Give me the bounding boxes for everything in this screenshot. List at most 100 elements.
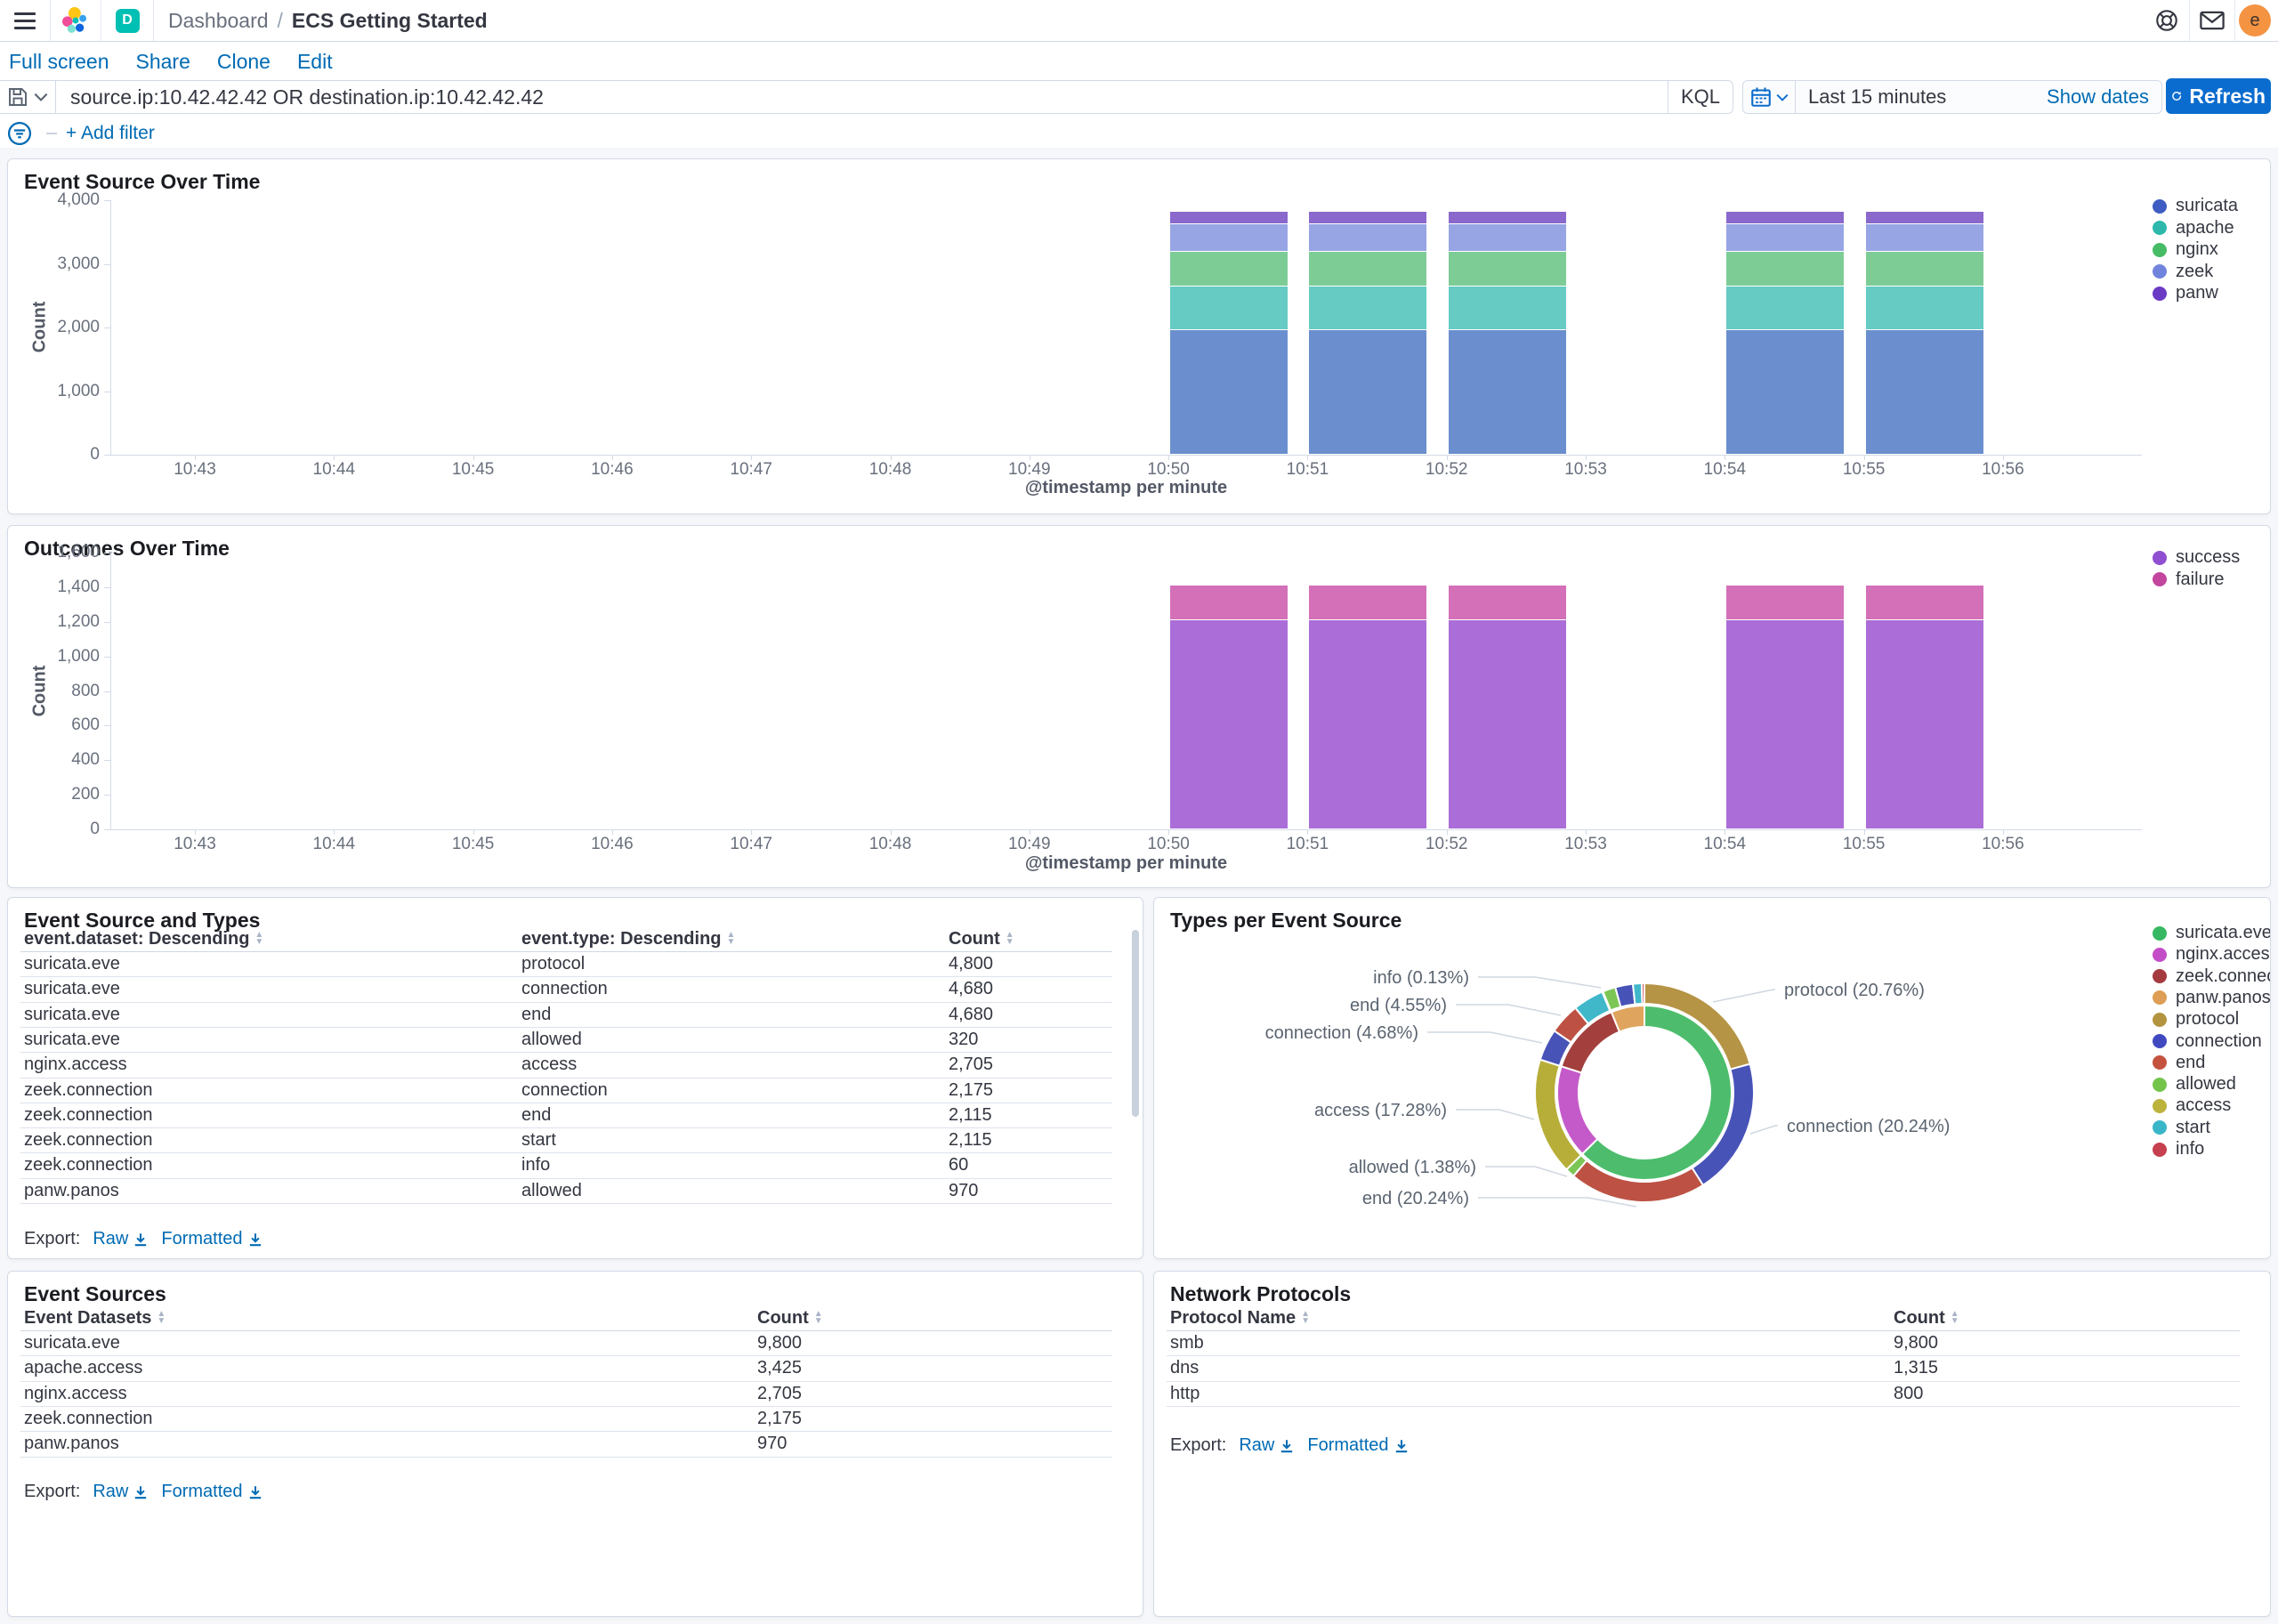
bar-segment-suricata[interactable] bbox=[1449, 330, 1566, 454]
share-button[interactable]: Share bbox=[135, 50, 190, 74]
panel-event-sources: Event SourcesEvent Datasets▲▼Count▲▼suri… bbox=[7, 1271, 1143, 1617]
legend-item-panw.panos[interactable]: panw.panos bbox=[2153, 988, 2271, 1008]
donut-outer-slice-info-12[interactable] bbox=[1642, 983, 1644, 1004]
bar-segment-apache[interactable] bbox=[1726, 287, 1844, 329]
space-selector[interactable]: D bbox=[101, 9, 153, 33]
donut-outer-slice-start-11[interactable] bbox=[1633, 983, 1643, 1005]
x-tick-label: 10:53 bbox=[1546, 460, 1626, 480]
bar-segment-failure[interactable] bbox=[1170, 586, 1288, 619]
export-formatted-link[interactable]: Formatted bbox=[161, 1482, 263, 1502]
export-raw-link[interactable]: Raw bbox=[93, 1482, 149, 1502]
bar-segment-panw[interactable] bbox=[1170, 212, 1288, 223]
legend-item-suricata[interactable]: suricata bbox=[2153, 196, 2238, 216]
export-raw-link[interactable]: Raw bbox=[1239, 1435, 1295, 1456]
filter-icon[interactable] bbox=[7, 121, 32, 146]
donut-label-line bbox=[1478, 1198, 1636, 1207]
legend-item-access[interactable]: access bbox=[2153, 1095, 2231, 1116]
export-formatted-link[interactable]: Formatted bbox=[1307, 1435, 1409, 1456]
panel-types-per-event-source: Types per Event Sourceinfo (0.13%)end (4… bbox=[1153, 897, 2271, 1259]
legend-item-panw[interactable]: panw bbox=[2153, 283, 2218, 303]
legend-item-connection[interactable]: connection bbox=[2153, 1031, 2262, 1052]
bar-segment-panw[interactable] bbox=[1309, 212, 1426, 223]
x-tick-label: 10:46 bbox=[572, 835, 652, 854]
bar-segment-nginx[interactable] bbox=[1866, 252, 1983, 286]
query-input[interactable]: source.ip:10.42.42.42 OR destination.ip:… bbox=[56, 85, 1668, 109]
newsfeed-button[interactable] bbox=[2190, 11, 2234, 30]
legend-item-protocol[interactable]: protocol bbox=[2153, 1009, 2239, 1030]
bar-segment-apache[interactable] bbox=[1449, 287, 1566, 329]
column-header-1[interactable]: event.type: Descending▲▼ bbox=[521, 926, 735, 951]
legend-item-end[interactable]: end bbox=[2153, 1053, 2205, 1073]
export-raw-link[interactable]: Raw bbox=[93, 1229, 149, 1249]
bar-segment-zeek[interactable] bbox=[1309, 224, 1426, 251]
bar-segment-nginx[interactable] bbox=[1449, 252, 1566, 286]
bar-segment-zeek[interactable] bbox=[1170, 224, 1288, 251]
export-formatted-link[interactable]: Formatted bbox=[161, 1229, 263, 1249]
add-filter-button[interactable]: + Add filter bbox=[66, 123, 155, 144]
bar-segment-zeek[interactable] bbox=[1726, 224, 1844, 251]
y-tick-mark bbox=[104, 829, 110, 830]
refresh-button[interactable]: Refresh bbox=[2166, 78, 2271, 114]
legend-item-zeek[interactable]: zeek bbox=[2153, 262, 2213, 282]
time-range-value[interactable]: Last 15 minutes bbox=[1796, 85, 1946, 109]
bar-segment-success[interactable] bbox=[1449, 620, 1566, 828]
legend-item-nginx[interactable]: nginx bbox=[2153, 239, 2218, 260]
quick-select-time-button[interactable] bbox=[1743, 81, 1796, 113]
bar-segment-suricata[interactable] bbox=[1726, 330, 1844, 454]
legend-item-start[interactable]: start bbox=[2153, 1118, 2210, 1138]
edit-button[interactable]: Edit bbox=[297, 50, 333, 74]
query-language-button[interactable]: KQL bbox=[1668, 81, 1733, 113]
bar-segment-nginx[interactable] bbox=[1726, 252, 1844, 286]
legend-item-allowed[interactable]: allowed bbox=[2153, 1074, 2236, 1095]
bar-segment-apache[interactable] bbox=[1170, 287, 1288, 329]
legend-item-nginx.access[interactable]: nginx.access bbox=[2153, 944, 2271, 965]
legend-item-zeek.connection[interactable]: zeek.connection bbox=[2153, 966, 2271, 987]
legend-item-info[interactable]: info bbox=[2153, 1139, 2204, 1159]
bar-segment-nginx[interactable] bbox=[1309, 252, 1426, 286]
bar-segment-suricata[interactable] bbox=[1170, 330, 1288, 454]
bar-segment-panw[interactable] bbox=[1866, 212, 1983, 223]
legend-item-failure[interactable]: failure bbox=[2153, 570, 2224, 590]
column-header-0[interactable]: Event Datasets▲▼ bbox=[24, 1305, 166, 1330]
column-header-0[interactable]: event.dataset: Descending▲▼ bbox=[24, 926, 263, 951]
legend-item-suricata.eve[interactable]: suricata.eve bbox=[2153, 923, 2271, 943]
bar-segment-zeek[interactable] bbox=[1866, 224, 1983, 251]
column-header-0[interactable]: Protocol Name▲▼ bbox=[1170, 1305, 1310, 1330]
bar-segment-failure[interactable] bbox=[1309, 586, 1426, 619]
fullscreen-button[interactable]: Full screen bbox=[9, 50, 109, 74]
scrollbar[interactable] bbox=[1132, 930, 1139, 1117]
column-header-1[interactable]: Count▲▼ bbox=[757, 1305, 823, 1330]
menu-icon[interactable] bbox=[0, 12, 50, 29]
bar-segment-zeek[interactable] bbox=[1449, 224, 1566, 251]
help-button[interactable] bbox=[2145, 9, 2189, 32]
bar-segment-failure[interactable] bbox=[1726, 586, 1844, 619]
bar-segment-apache[interactable] bbox=[1866, 287, 1983, 329]
bar-segment-nginx[interactable] bbox=[1170, 252, 1288, 286]
clone-button[interactable]: Clone bbox=[217, 50, 271, 74]
sort-icon: ▲▼ bbox=[1006, 932, 1014, 946]
bar-segment-suricata[interactable] bbox=[1866, 330, 1983, 454]
legend-item-success[interactable]: success bbox=[2153, 547, 2240, 568]
bar-segment-failure[interactable] bbox=[1866, 586, 1983, 619]
row-border bbox=[1167, 1355, 2240, 1356]
space-badge[interactable]: D bbox=[116, 9, 140, 33]
column-header-1[interactable]: Count▲▼ bbox=[1894, 1305, 1959, 1330]
x-tick-mark bbox=[1168, 829, 1169, 835]
show-dates-button[interactable]: Show dates bbox=[2047, 85, 2161, 109]
bar-segment-panw[interactable] bbox=[1726, 212, 1844, 223]
bar-segment-suricata[interactable] bbox=[1309, 330, 1426, 454]
y-tick-mark bbox=[104, 691, 110, 692]
bar-segment-success[interactable] bbox=[1309, 620, 1426, 828]
bar-segment-panw[interactable] bbox=[1449, 212, 1566, 223]
breadcrumb-dashboard-link[interactable]: Dashboard bbox=[168, 9, 269, 33]
bar-segment-success[interactable] bbox=[1726, 620, 1844, 828]
saved-query-menu-button[interactable] bbox=[0, 81, 56, 113]
legend-item-apache[interactable]: apache bbox=[2153, 218, 2234, 238]
bar-segment-success[interactable] bbox=[1866, 620, 1983, 828]
bar-segment-failure[interactable] bbox=[1449, 586, 1566, 619]
bar-segment-apache[interactable] bbox=[1309, 287, 1426, 329]
bar-segment-success[interactable] bbox=[1170, 620, 1288, 828]
user-avatar[interactable]: e bbox=[2239, 4, 2271, 36]
column-header-2[interactable]: Count▲▼ bbox=[949, 926, 1014, 951]
header-border bbox=[1167, 1330, 2240, 1331]
